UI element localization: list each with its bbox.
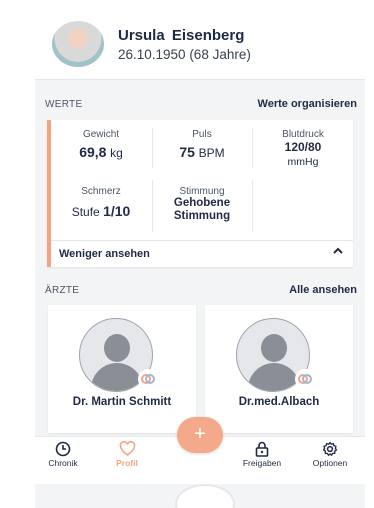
werte-organize-link[interactable]: Werte organisieren (258, 98, 357, 110)
nav-label: Chronik (48, 458, 78, 468)
profile-birthdate: 26.10.1950 (68 Jahre) (118, 47, 251, 62)
blood-pressure-unit: mmHg (287, 156, 319, 168)
blood-pressure-number: 120/80 (284, 140, 322, 154)
show-less-toggle[interactable]: Weniger ansehen (51, 240, 353, 267)
pulse-number: 75 (179, 144, 195, 160)
doctor-card[interactable]: Dr. Martin Schmitt (48, 305, 196, 433)
value-cell-pain[interactable]: Schmerz Stufe 1/10 (51, 177, 151, 237)
nav-label: Freigaben (242, 458, 282, 468)
pulse-value: 75 BPM (152, 144, 252, 160)
weight-unit: kg (110, 146, 123, 160)
nav-item-chronik[interactable]: Chronik (35, 441, 93, 468)
mood-value-line2: Stimmung (173, 210, 231, 222)
profile-header[interactable]: Ursula Eisenberg 26.10.1950 (68 Jahre) (35, 0, 365, 80)
mood-value: Gehobene Stimmung (152, 197, 252, 223)
pain-prefix: Stufe (71, 205, 100, 219)
nav-label: Profil (116, 458, 138, 468)
pulse-label: Puls (192, 129, 212, 140)
value-cell-pulse[interactable]: Puls 75 BPM (152, 120, 252, 170)
heart-icon (119, 441, 135, 456)
werte-section-title: WERTE (45, 99, 83, 110)
pain-number: 1/10 (103, 203, 131, 219)
link-icon (138, 369, 158, 389)
weight-number: 69,8 (79, 144, 107, 160)
profile-name: Ursula Eisenberg (118, 27, 245, 44)
doctor-card[interactable]: Dr.med.Albach (205, 305, 353, 433)
profile-avatar[interactable] (52, 21, 104, 67)
home-indicator (175, 484, 235, 508)
chevron-up-icon (333, 247, 343, 258)
doctor-name: Dr.med.Albach (238, 396, 320, 408)
doctor-name: Dr. Martin Schmitt (72, 396, 172, 408)
value-cell-blood-pressure[interactable]: Blutdruck 120/80 mmHg (253, 120, 353, 170)
pulse-unit: BPM (198, 146, 225, 160)
pain-value: Stufe 1/10 (51, 203, 151, 219)
mood-label: Stimmung (179, 186, 225, 197)
blood-pressure-value: 120/80 mmHg (253, 140, 353, 169)
nav-item-profil[interactable]: Profil (97, 441, 157, 468)
gear-icon (322, 441, 338, 456)
blood-pressure-label: Blutdruck (282, 129, 324, 140)
weight-label: Gewicht (82, 129, 120, 140)
nav-label: Optionen (312, 458, 348, 468)
link-icon (295, 369, 315, 389)
app-screen: Ursula Eisenberg 26.10.1950 (68 Jahre) W… (35, 0, 365, 508)
mood-value-line1: Gehobene (173, 197, 231, 209)
aerzte-all-link[interactable]: Alle ansehen (289, 284, 357, 296)
value-cell-mood[interactable]: Stimmung Gehobene Stimmung (152, 177, 252, 237)
nav-item-optionen[interactable]: Optionen (300, 441, 360, 468)
lock-icon (255, 441, 269, 457)
weight-value: 69,8 kg (51, 144, 151, 160)
werte-section-header: WERTE Werte organisieren (35, 96, 365, 116)
clock-icon (55, 441, 71, 457)
nav-item-freigaben[interactable]: Freigaben (232, 441, 292, 468)
value-cell-weight[interactable]: Gewicht 69,8 kg (51, 120, 151, 170)
divider (252, 180, 253, 232)
aerzte-section-header: ÄRZTE Alle ansehen (35, 282, 365, 302)
werte-card: Gewicht 69,8 kg Puls 75 BPM Blutdruck 12… (47, 120, 353, 267)
show-less-label: Weniger ansehen (59, 248, 150, 260)
aerzte-section-title: ÄRZTE (45, 285, 80, 296)
pain-label: Schmerz (81, 186, 121, 197)
add-button[interactable]: + (177, 417, 223, 453)
